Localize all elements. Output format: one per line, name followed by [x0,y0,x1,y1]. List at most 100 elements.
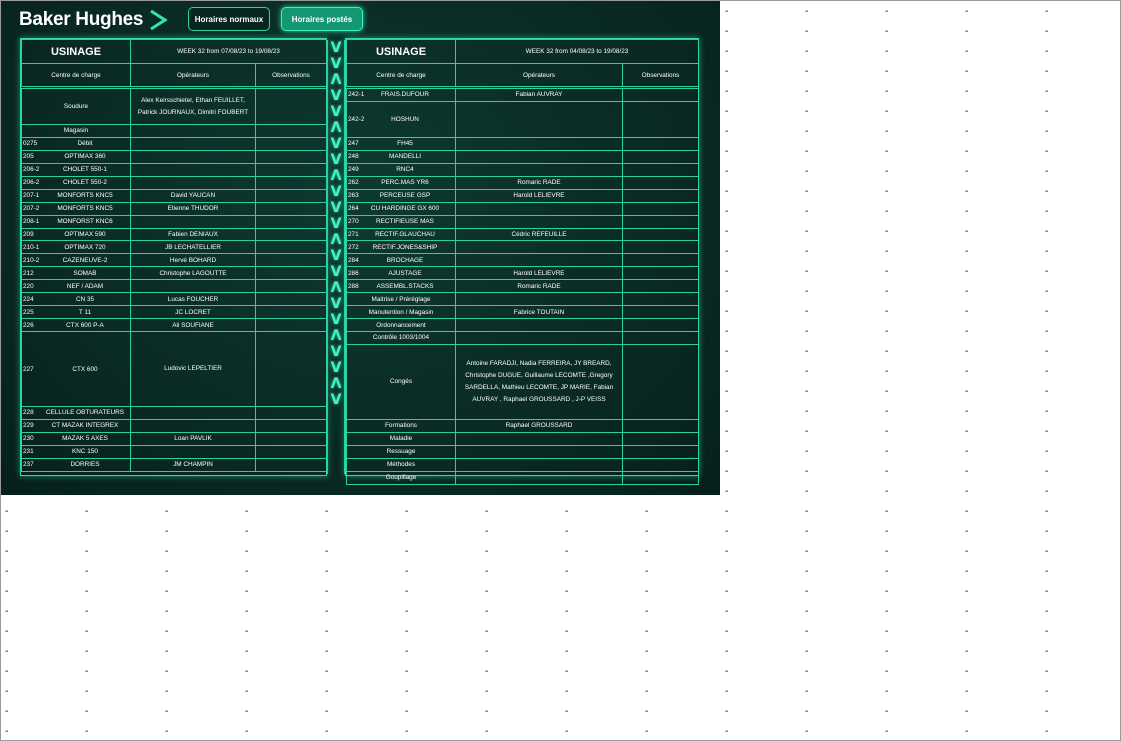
grid-dash: - [85,706,89,717]
observations-cell [254,136,328,151]
machine-code: 210-2 [23,256,40,264]
operators-cell [455,136,623,151]
table-row: 0275 Débit [21,136,328,151]
tab-horaires-normaux[interactable]: Horaires normaux [188,7,270,31]
table-row: 263 PERCEUSE GSP Harold LELIEVRE [346,188,700,203]
chevron-down-icon: V [330,104,342,120]
table-row: 237 DORRIES JM CHAMPIN [21,457,328,472]
observations-cell [621,266,700,281]
operators-cell [455,318,623,332]
centre-de-charge-cell: 205 OPTIMAX 360 [21,149,131,164]
machine-name: CTX 600 [72,365,98,373]
left-schedule-table: USINAGE WEEK 32 from 07/08/23 to 19/08/23… [21,39,328,472]
grid-dash: - [965,86,969,97]
grid-dash: - [645,586,649,597]
grid-dash: - [325,726,329,737]
machine-name: Ordonnancement [376,321,426,329]
grid-dash: - [725,46,729,57]
grid-dash: - [965,706,969,717]
header-observations: Observations [621,63,700,89]
machine-name: CAZENEUVE-2 [62,256,108,264]
grid-dash: - [885,46,889,57]
centre-de-charge-cell: 242-1 FRAIS.DUFOUR [346,87,456,102]
chevron-up-icon: Λ [330,376,342,392]
grid-dash: - [325,566,329,577]
grid-dash: - [805,166,809,177]
grid-dash: - [805,206,809,217]
machine-code: 210-1 [23,243,40,251]
machine-name: MANDELLI [389,153,421,161]
centre-de-charge-cell: Manutention / Magasin [346,305,456,320]
machine-name: CHOLET 550-2 [63,179,107,187]
centre-de-charge-cell: 264 CU HARDINGE GX 600 [346,201,456,216]
machine-name: Manutention / Magasin [368,308,434,316]
machine-code: 205 [23,153,34,161]
grid-dash: - [965,646,969,657]
grid-dash: - [725,586,729,597]
table-row: 225 T 11 JC LOCRET [21,305,328,320]
operators-cell: Cédric REFEUILLE [455,227,623,242]
centre-de-charge-cell: Maladie [346,431,456,446]
centre-de-charge-cell: 210-1 OPTIMAX 720 [21,240,131,255]
grid-dash: - [805,246,809,257]
centre-de-charge-cell: 286 AJUSTAGE [346,266,456,281]
machine-code: 230 [23,435,34,443]
grid-dash: - [965,486,969,497]
observations-cell [254,240,328,255]
grid-dash: - [885,386,889,397]
observations-cell [621,418,700,433]
centre-de-charge-cell: 208-1 MONFORST KNC6 [21,214,131,229]
table-row: Formations Raphael GROUSSARD [346,418,700,433]
centre-de-charge-cell: 284 BROCHAGE [346,253,456,268]
operators-cell: Fabien DENIAUX [130,227,256,242]
machine-name: FRAIS.DUFOUR [381,91,429,99]
grid-dash: - [965,26,969,37]
grid-dash: - [805,86,809,97]
machine-name: BROCHAGE [386,256,424,264]
grid-dash: - [885,266,889,277]
grid-dash: - [1045,326,1049,337]
machine-name: HOSHUN [391,115,419,123]
operators-cell [130,214,256,229]
grid-dash: - [85,626,89,637]
grid-dash: - [165,526,169,537]
operators-cell [455,457,623,472]
brand-name: Baker Hughes [19,9,144,30]
machine-name: MONFORTS KNC5 [57,205,113,213]
grid-dash: - [725,26,729,37]
grid-dash: - [885,26,889,37]
grid-dash: - [805,666,809,677]
chevron-up-icon: Λ [330,328,342,344]
table-row: 271 RECTIF.GLAUCHAU Cédric REFEUILLE [346,227,700,242]
operators-cell: Fabian AUVRAY [455,87,623,102]
grid-dash: - [165,686,169,697]
machine-name: CN 35 [75,295,95,303]
observations-cell [621,305,700,320]
observations-cell [254,149,328,164]
tab-horaires-postes[interactable]: Horaires postés [281,7,363,31]
grid-dash: - [885,526,889,537]
grid-dash: - [1045,166,1049,177]
table-row: Manutention / Magasin Fabrice TOUTAIN [346,305,700,320]
machine-code: 242-2 [348,115,365,123]
operators-cell: Ludovic LEPELTIER [130,331,256,407]
machine-code: 207-1 [23,192,40,200]
grid-dash: - [805,286,809,297]
operators-cell [455,201,623,216]
header-observations: Observations [254,63,328,89]
centre-de-charge-cell: Maitrise / Préréglage [346,292,456,307]
machine-name: RNC4 [396,166,414,174]
table-row: 264 CU HARDINGE GX 600 [346,201,700,216]
grid-dash: - [965,186,969,197]
grid-dash: - [1045,226,1049,237]
grid-dash: - [485,566,489,577]
grid-dash: - [885,326,889,337]
table-row: 210-2 CAZENEUVE-2 Hervé BOHARD [21,253,328,268]
grid-dash: - [245,506,249,517]
observations-cell [254,227,328,242]
centre-de-charge-cell: 207-2 MONFORTS KNC5 [21,201,131,216]
grid-dash: - [165,726,169,737]
chevron-down-icon: V [330,216,342,232]
machine-name: CELLULE OBTURATEURS [45,409,124,417]
machine-name: Débit [77,140,93,148]
